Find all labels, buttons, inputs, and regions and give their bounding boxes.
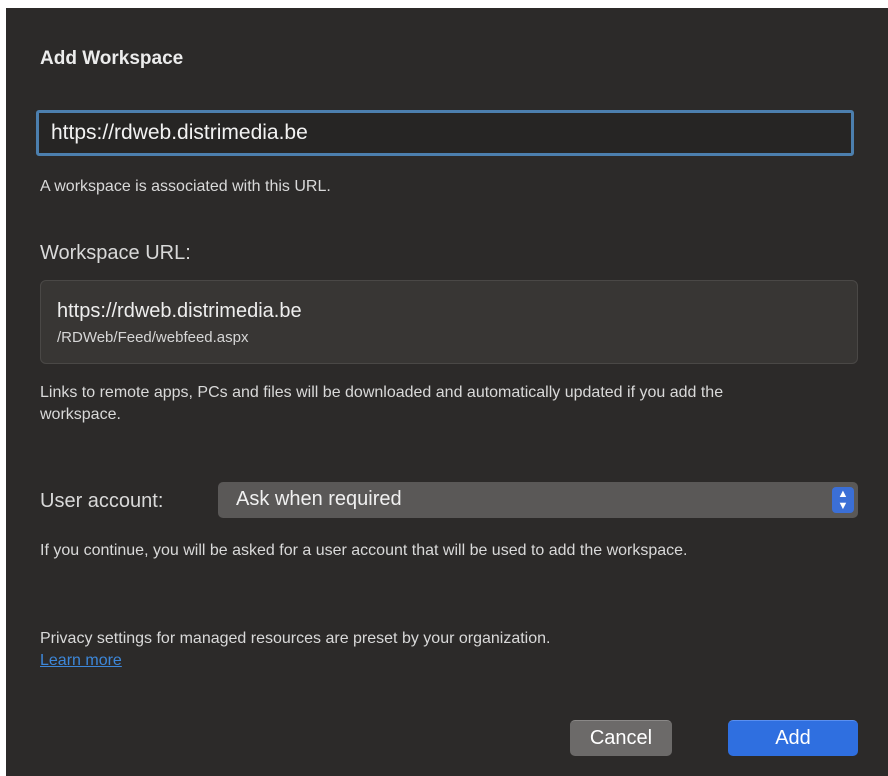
cancel-button[interactable]: Cancel <box>570 720 672 756</box>
links-info-text: Links to remote apps, PCs and files will… <box>40 384 724 423</box>
user-account-selected-value: Ask when required <box>236 488 402 510</box>
add-workspace-dialog: Add Workspace A workspace is associated … <box>6 8 888 776</box>
updown-chevron-icon: ▲ ▼ <box>832 487 854 513</box>
privacy-info: Privacy settings for managed resources a… <box>40 628 820 672</box>
workspace-url-host: https://rdweb.distrimedia.be <box>57 300 302 322</box>
privacy-info-text: Privacy settings for managed resources a… <box>40 630 551 647</box>
dialog-title: Add Workspace <box>40 48 184 69</box>
workspace-url-path: /RDWeb/Feed/webfeed.aspx <box>57 329 249 346</box>
account-info-text: If you continue, you will be asked for a… <box>40 542 688 559</box>
user-account-label: User account: <box>40 490 164 512</box>
workspace-url-box: https://rdweb.distrimedia.be /RDWeb/Feed… <box>40 280 858 364</box>
user-account-select[interactable]: Ask when required ▲ ▼ <box>218 482 858 518</box>
url-hint-text: A workspace is associated with this URL. <box>40 178 331 195</box>
add-button[interactable]: Add <box>728 720 858 756</box>
workspace-url-label: Workspace URL: <box>40 242 191 264</box>
learn-more-link[interactable]: Learn more <box>40 650 820 672</box>
workspace-url-input[interactable] <box>36 110 854 156</box>
